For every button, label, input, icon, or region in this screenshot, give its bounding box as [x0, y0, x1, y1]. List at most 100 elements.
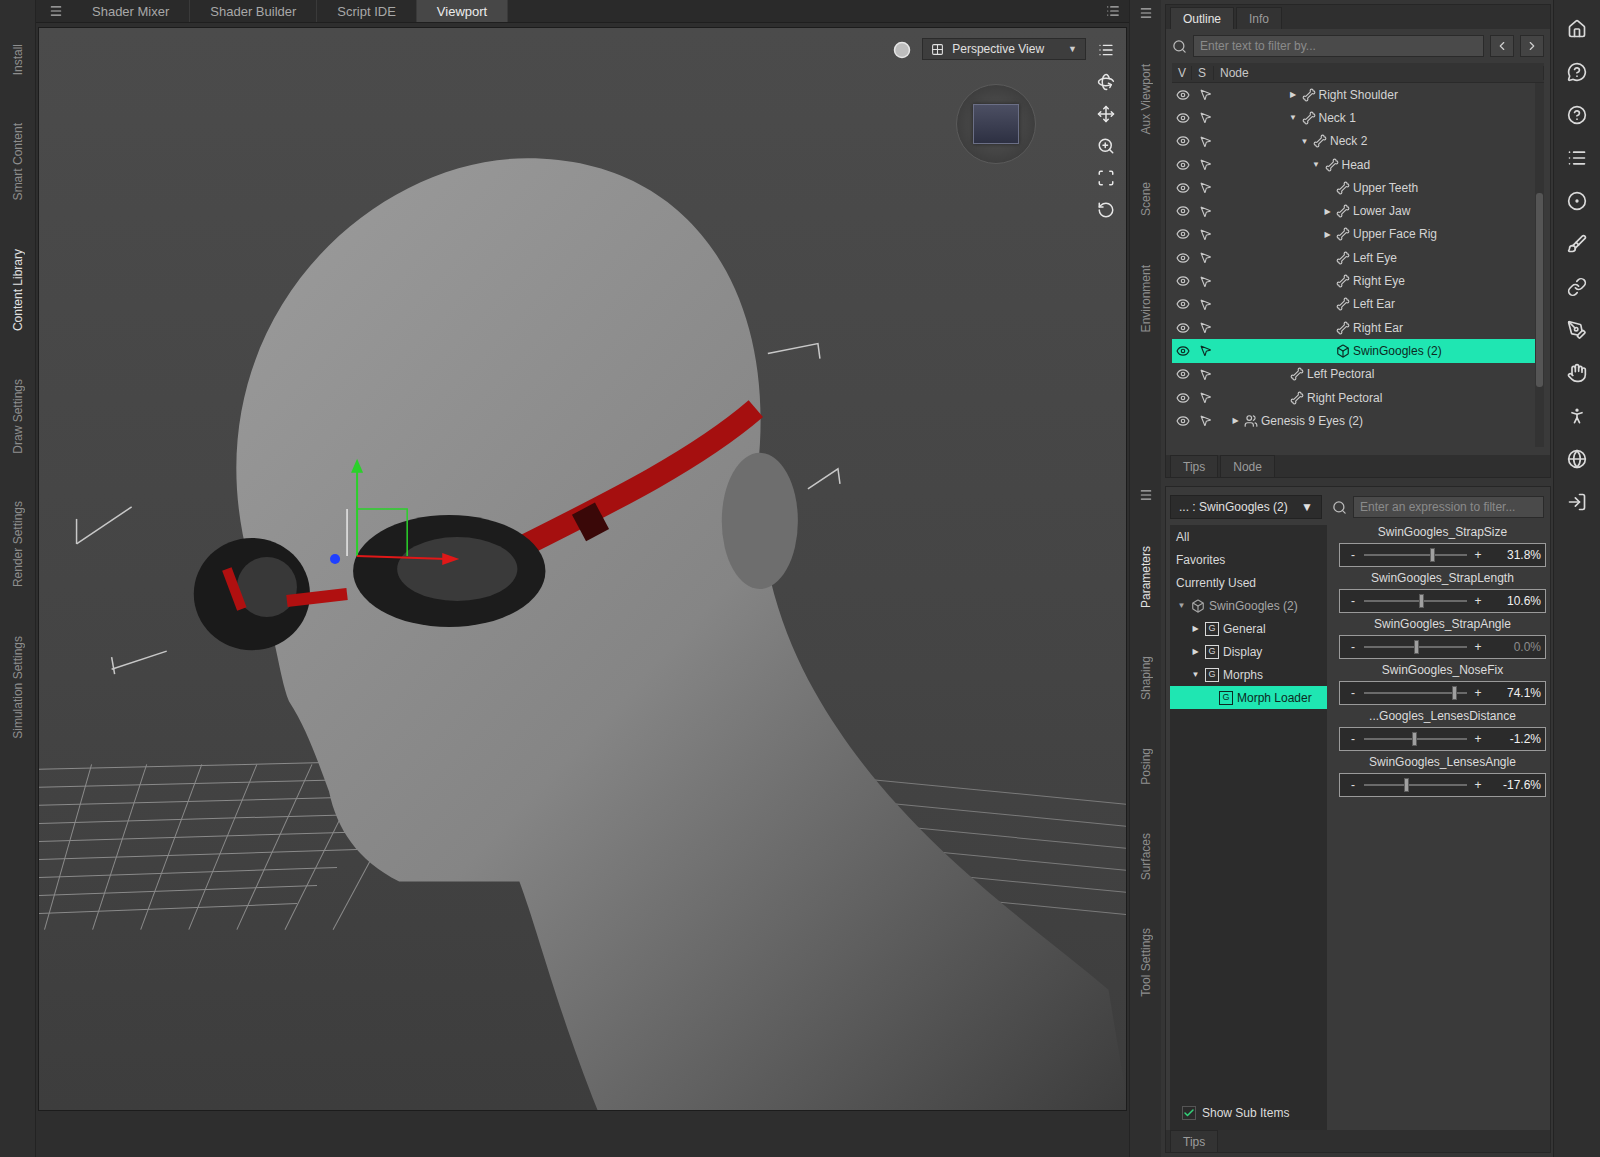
pane-tab[interactable]: Node	[1220, 455, 1275, 477]
visibility-toggle[interactable]	[1172, 181, 1194, 195]
expander[interactable]: ▼	[1288, 113, 1299, 122]
selectable-toggle[interactable]	[1194, 205, 1216, 218]
pane-tab[interactable]: Posing	[1139, 744, 1153, 789]
slider-track[interactable]	[1364, 554, 1467, 556]
selectable-toggle[interactable]	[1194, 298, 1216, 311]
expander[interactable]: ▶	[1230, 416, 1241, 425]
transform-gizmo[interactable]	[330, 459, 459, 565]
visibility-toggle[interactable]	[1172, 204, 1194, 218]
menu-icon[interactable]	[40, 0, 72, 22]
pane-tab[interactable]: Tips	[1170, 455, 1218, 477]
slider-track[interactable]	[1364, 738, 1467, 740]
expander[interactable]: ▼	[1190, 670, 1201, 679]
pane-tab[interactable]: Outline	[1170, 7, 1234, 29]
pane-tab[interactable]: Tips	[1170, 1130, 1218, 1152]
tree-row[interactable]: Right Pectoral	[1172, 386, 1535, 409]
decrement-button[interactable]: -	[1348, 686, 1358, 700]
home-icon[interactable]	[1564, 16, 1590, 42]
group-item[interactable]: ▶GDisplay	[1170, 640, 1327, 663]
expander[interactable]: ▶	[1190, 624, 1201, 633]
group-item[interactable]: All	[1170, 525, 1327, 548]
expander[interactable]: ▶	[1322, 230, 1333, 239]
slider-field[interactable]: -+-1.2%	[1339, 727, 1546, 751]
visibility-toggle[interactable]	[1172, 391, 1194, 405]
reset-view-icon[interactable]	[1094, 198, 1118, 222]
selectable-toggle[interactable]	[1194, 228, 1216, 241]
pan-icon[interactable]	[1094, 102, 1118, 126]
decrement-button[interactable]: -	[1348, 778, 1358, 792]
tree-row[interactable]: Left Ear	[1172, 293, 1535, 316]
expander[interactable]: ▼	[1176, 601, 1187, 610]
selectable-toggle[interactable]	[1194, 321, 1216, 334]
previous-icon[interactable]	[1490, 35, 1514, 57]
slider-knob[interactable]	[1404, 778, 1409, 792]
viewport[interactable]: Perspective View▼	[38, 27, 1127, 1111]
visibility-toggle[interactable]	[1172, 134, 1194, 148]
show-sub-items[interactable]: Show Sub Items	[1170, 1100, 1327, 1130]
side-tab[interactable]: Content Library	[11, 245, 25, 335]
slider-value[interactable]: 10.6%	[1489, 594, 1541, 608]
tree-row[interactable]: Left Eye	[1172, 246, 1535, 269]
tree-row[interactable]: Left Pectoral	[1172, 363, 1535, 386]
node-selector[interactable]: ... : SwinGoogles (2)▼	[1170, 495, 1322, 519]
top-tab[interactable]: Shader Mixer	[72, 0, 190, 22]
visibility-toggle[interactable]	[1172, 158, 1194, 172]
visibility-toggle[interactable]	[1172, 111, 1194, 125]
pane-tab[interactable]: Aux Viewport	[1139, 60, 1153, 138]
selectable-toggle[interactable]	[1194, 111, 1216, 124]
pane-tab[interactable]: Shaping	[1139, 652, 1153, 704]
next-icon[interactable]	[1520, 35, 1544, 57]
menu-icon[interactable]	[1130, 6, 1162, 20]
increment-button[interactable]: +	[1473, 548, 1483, 562]
parameter-filter-input[interactable]	[1353, 496, 1544, 518]
tree-row[interactable]: SwinGoogles (2)	[1172, 339, 1535, 362]
figure-icon[interactable]	[1564, 403, 1590, 429]
visibility-toggle[interactable]	[1172, 251, 1194, 265]
menu-icon[interactable]	[1130, 488, 1162, 502]
view-cube[interactable]	[956, 84, 1036, 164]
increment-button[interactable]: +	[1473, 778, 1483, 792]
group-item[interactable]: ▼SwinGoogles (2)	[1170, 594, 1327, 617]
scene-filter-input[interactable]	[1193, 35, 1484, 57]
selectable-toggle[interactable]	[1194, 275, 1216, 288]
selectable-toggle[interactable]	[1194, 414, 1216, 427]
scrollbar[interactable]	[1535, 83, 1544, 447]
slider-field[interactable]: -+74.1%	[1339, 681, 1546, 705]
decrement-button[interactable]: -	[1348, 732, 1358, 746]
expander[interactable]: ▼	[1311, 160, 1322, 169]
list-icon[interactable]	[1564, 145, 1590, 171]
slider-field[interactable]: - + -17.6%	[1339, 773, 1546, 797]
view-selector[interactable]: Perspective View▼	[922, 38, 1086, 60]
hand-icon[interactable]	[1564, 360, 1590, 386]
column-header[interactable]: S	[1192, 66, 1214, 80]
slider-knob[interactable]	[1452, 686, 1457, 700]
group-item[interactable]: ▶GGeneral	[1170, 617, 1327, 640]
slider-value[interactable]: -17.6%	[1489, 778, 1541, 792]
selectable-toggle[interactable]	[1194, 88, 1216, 101]
whats-this-icon[interactable]	[1564, 59, 1590, 85]
slider-field[interactable]: -+0.0%	[1339, 635, 1546, 659]
side-tab[interactable]: Draw Settings	[11, 375, 25, 458]
orbit-icon[interactable]	[1094, 70, 1118, 94]
slider-value[interactable]: 74.1%	[1489, 686, 1541, 700]
scroll-thumb[interactable]	[1536, 193, 1543, 387]
tree-row[interactable]: ▶Right Shoulder	[1172, 83, 1535, 106]
selectable-toggle[interactable]	[1194, 251, 1216, 264]
top-tab[interactable]: Shader Builder	[190, 0, 317, 22]
slider-track[interactable]	[1364, 600, 1467, 602]
tree-row[interactable]: Right Ear	[1172, 316, 1535, 339]
expander[interactable]: ▼	[1299, 137, 1310, 146]
column-header[interactable]: V	[1172, 66, 1192, 80]
visibility-toggle[interactable]	[1172, 344, 1194, 358]
group-item[interactable]: GMorph Loader	[1170, 686, 1327, 709]
visibility-toggle[interactable]	[1172, 367, 1194, 381]
tree-row[interactable]: ▼Head	[1172, 153, 1535, 176]
pane-tab[interactable]: Parameters	[1139, 542, 1153, 612]
target-icon[interactable]	[1564, 188, 1590, 214]
column-header[interactable]: Node	[1214, 66, 1544, 80]
slider-track[interactable]	[1364, 692, 1467, 694]
tree-row[interactable]: Right Eye	[1172, 269, 1535, 292]
slider-knob[interactable]	[1430, 548, 1435, 562]
help-icon[interactable]	[1564, 102, 1590, 128]
viewport-menu-icon[interactable]	[1094, 38, 1118, 62]
